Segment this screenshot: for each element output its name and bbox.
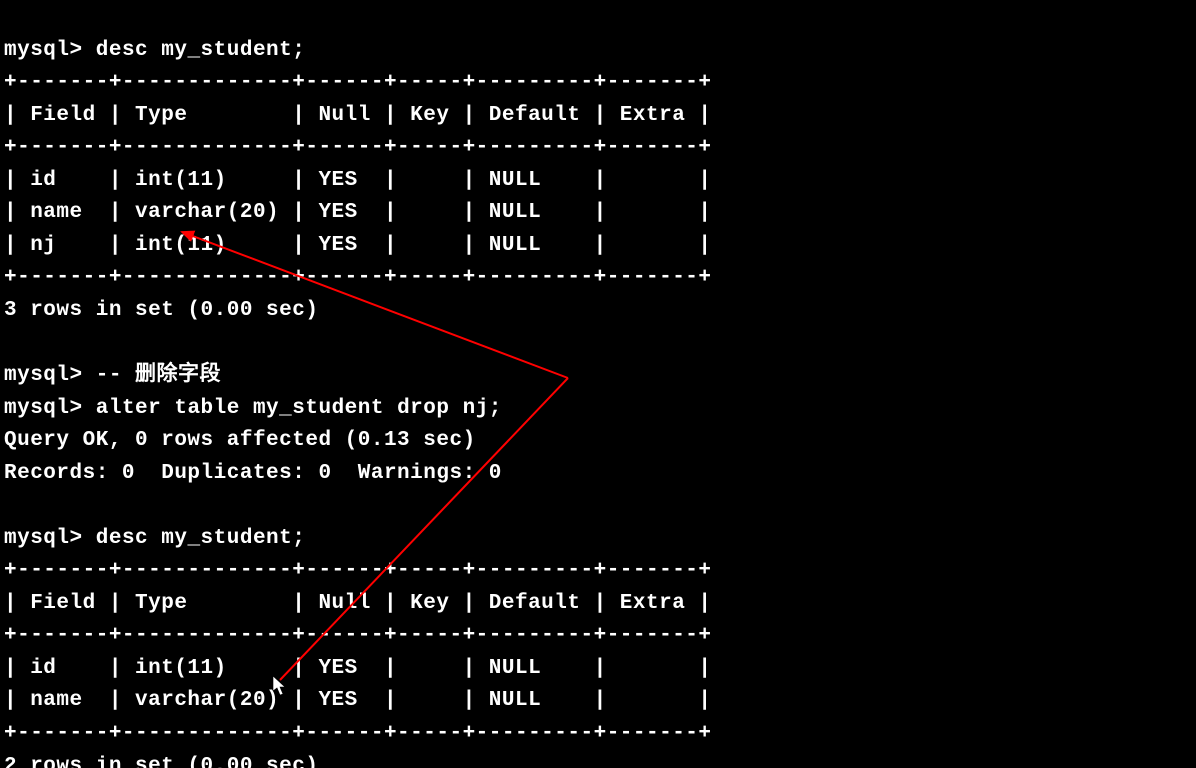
table-border: +-------+-------------+------+-----+----…: [4, 136, 712, 159]
table-row: | name | varchar(20) | YES | | NULL | |: [4, 689, 712, 712]
table-row: | id | int(11) | YES | | NULL | |: [4, 657, 712, 680]
table-header: | Field | Type | Null | Key | Default | …: [4, 104, 712, 127]
command-alter: alter table my_student drop nj;: [96, 397, 502, 420]
command-desc-1: desc my_student;: [96, 39, 306, 62]
table-header: | Field | Type | Null | Key | Default | …: [4, 592, 712, 615]
rows-in-set: 3 rows in set (0.00 sec): [4, 299, 318, 322]
mysql-prompt: mysql>: [4, 39, 83, 62]
table-row: | name | varchar(20) | YES | | NULL | |: [4, 201, 712, 224]
table-row: | id | int(11) | YES | | NULL | |: [4, 169, 712, 192]
mysql-prompt: mysql>: [4, 527, 83, 550]
mysql-prompt: mysql>: [4, 397, 83, 420]
command-comment: -- 删除字段: [96, 364, 221, 387]
query-ok: Query OK, 0 rows affected (0.13 sec): [4, 429, 476, 452]
table-border: +-------+-------------+------+-----+----…: [4, 559, 712, 582]
table-row: | nj | int(11) | YES | | NULL | |: [4, 234, 712, 257]
table-border: +-------+-------------+------+-----+----…: [4, 71, 712, 94]
rows-in-set: 2 rows in set (0.00 sec): [4, 755, 318, 768]
table-border: +-------+-------------+------+-----+----…: [4, 624, 712, 647]
records-line: Records: 0 Duplicates: 0 Warnings: 0: [4, 462, 502, 485]
table-border: +-------+-------------+------+-----+----…: [4, 722, 712, 745]
mysql-prompt: mysql>: [4, 364, 83, 387]
command-desc-2: desc my_student;: [96, 527, 306, 550]
mysql-terminal[interactable]: mysql> desc my_student; +-------+-------…: [0, 0, 1196, 768]
table-border: +-------+-------------+------+-----+----…: [4, 266, 712, 289]
